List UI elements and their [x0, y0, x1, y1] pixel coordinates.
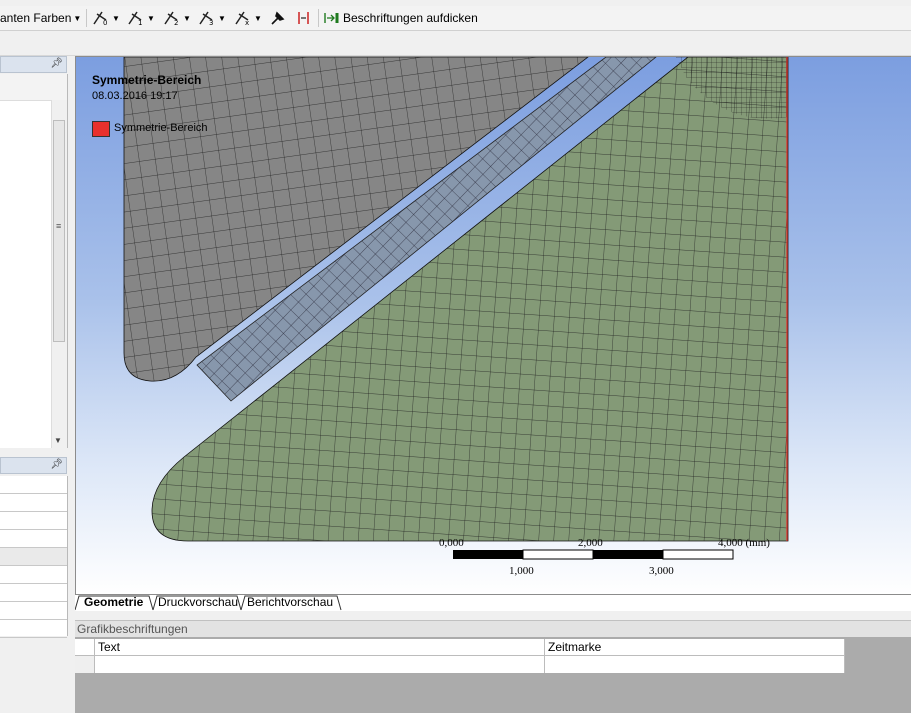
details-row[interactable]	[0, 530, 67, 548]
row-selector[interactable]	[75, 656, 95, 673]
zeitmarke-cell[interactable]	[545, 656, 845, 673]
legend-title: Symmetrie-Bereich	[92, 73, 202, 87]
details-panel-header: 📌︎	[0, 457, 67, 474]
colors-dropdown[interactable]: anten Farben ▼	[0, 9, 81, 27]
vertex-icon	[298, 12, 309, 24]
edge-display-1-button[interactable]: 1 ▼	[127, 9, 155, 27]
scale-label-top-1: 2,000	[578, 537, 603, 549]
edge-display-x-button[interactable]: x ▼	[234, 9, 262, 27]
edge-3-icon: 3	[199, 11, 213, 26]
toolbar-separator	[318, 9, 319, 27]
scale-bar	[453, 549, 734, 560]
edge-2-icon: 2	[164, 11, 178, 26]
details-row[interactable]	[0, 566, 67, 584]
edge-display-0-button[interactable]: 0 ▼	[92, 9, 120, 27]
grip-icon: ≡	[56, 221, 62, 231]
thicken-labels-button[interactable]: Beschriftungen aufdicken	[323, 9, 478, 27]
edge-display-3-button[interactable]: 3 ▼	[198, 9, 226, 27]
scale-label-top-0: 0,000	[439, 537, 464, 549]
edge-1-icon: 1	[128, 11, 142, 26]
column-header-zeitmarke[interactable]: Zeitmarke	[545, 639, 845, 656]
tab-geometrie[interactable]: Geometrie	[80, 595, 147, 610]
details-row-group[interactable]	[0, 548, 67, 566]
chevron-down-icon: ▼	[254, 13, 262, 23]
scale-label-top-2: 4,000 (mm)	[718, 537, 770, 549]
details-row[interactable]	[0, 584, 67, 602]
details-row[interactable]	[0, 620, 67, 638]
vertex-display-button[interactable]	[296, 9, 312, 27]
annotations-panel-title: Grafikbeschriftungen	[77, 622, 188, 636]
mesh-view	[123, 57, 789, 560]
chevron-down-icon: ▼	[73, 13, 82, 23]
tab-berichtvorschau[interactable]: Berichtvorschau	[243, 595, 337, 610]
scale-label-bottom-1: 3,000	[649, 565, 674, 577]
details-row[interactable]	[0, 476, 67, 494]
details-row[interactable]	[0, 494, 67, 512]
scroll-down-arrow-icon[interactable]: ▼	[54, 436, 62, 445]
outline-scrollbar-thumb[interactable]: ≡	[53, 120, 65, 342]
annotations-table[interactable]: Text Zeitmarke	[75, 639, 845, 673]
thicken-labels-icon	[324, 13, 339, 23]
pin-icon[interactable]: 📌︎	[50, 58, 63, 69]
edge-0-icon: 0	[93, 11, 107, 26]
thicken-annotation-button[interactable]	[270, 9, 286, 27]
svg-text:0: 0	[103, 19, 107, 26]
details-row[interactable]	[0, 602, 67, 620]
svg-text:1: 1	[138, 19, 142, 26]
outline-toolbar-strip	[0, 74, 67, 101]
annotations-panel-header: Grafikbeschriftungen	[75, 620, 911, 638]
svg-text:2: 2	[174, 19, 178, 26]
colors-dropdown-label: anten Farben	[0, 11, 72, 25]
chevron-down-icon: ▼	[183, 13, 191, 23]
graphics-viewport[interactable]: Symmetrie-Bereich 08.03.2016 19:17 Symme…	[75, 56, 911, 594]
pin-icon[interactable]: 📌︎	[50, 459, 63, 470]
toolbar-separator	[86, 9, 87, 27]
secondary-toolbar	[0, 31, 911, 56]
tab-druckvorschau[interactable]: Druckvorschau	[154, 595, 242, 610]
details-row[interactable]	[0, 512, 67, 530]
svg-text:3: 3	[209, 19, 213, 26]
scale-label-bottom-0: 1,000	[509, 565, 534, 577]
chevron-down-icon: ▼	[112, 13, 120, 23]
edge-display-2-button[interactable]: 2 ▼	[163, 9, 191, 27]
thicken-labels-label: Beschriftungen aufdicken	[343, 11, 478, 25]
svg-text:x: x	[245, 19, 249, 26]
text-cell[interactable]	[95, 656, 545, 673]
row-header-corner	[75, 639, 95, 656]
graphics-toolbar: anten Farben ▼ 0 ▼ 1 ▼ 2 ▼ 3 ▼ x ▼ Besch…	[0, 6, 911, 31]
details-grid[interactable]	[0, 476, 68, 638]
legend-item-label: Symmetrie-Bereich	[114, 122, 208, 134]
edge-x-icon: x	[235, 11, 249, 26]
column-header-text[interactable]: Text	[95, 639, 545, 656]
chevron-down-icon: ▼	[147, 13, 155, 23]
outline-panel-header: 📌︎	[0, 56, 67, 73]
pin-arrow-icon	[271, 11, 285, 25]
legend-swatch	[92, 121, 110, 137]
chevron-down-icon: ▼	[218, 13, 226, 23]
legend-timestamp: 08.03.2016 19:17	[92, 90, 178, 102]
view-tabs: Geometrie Druckvorschau Berichtvorschau	[75, 594, 911, 611]
